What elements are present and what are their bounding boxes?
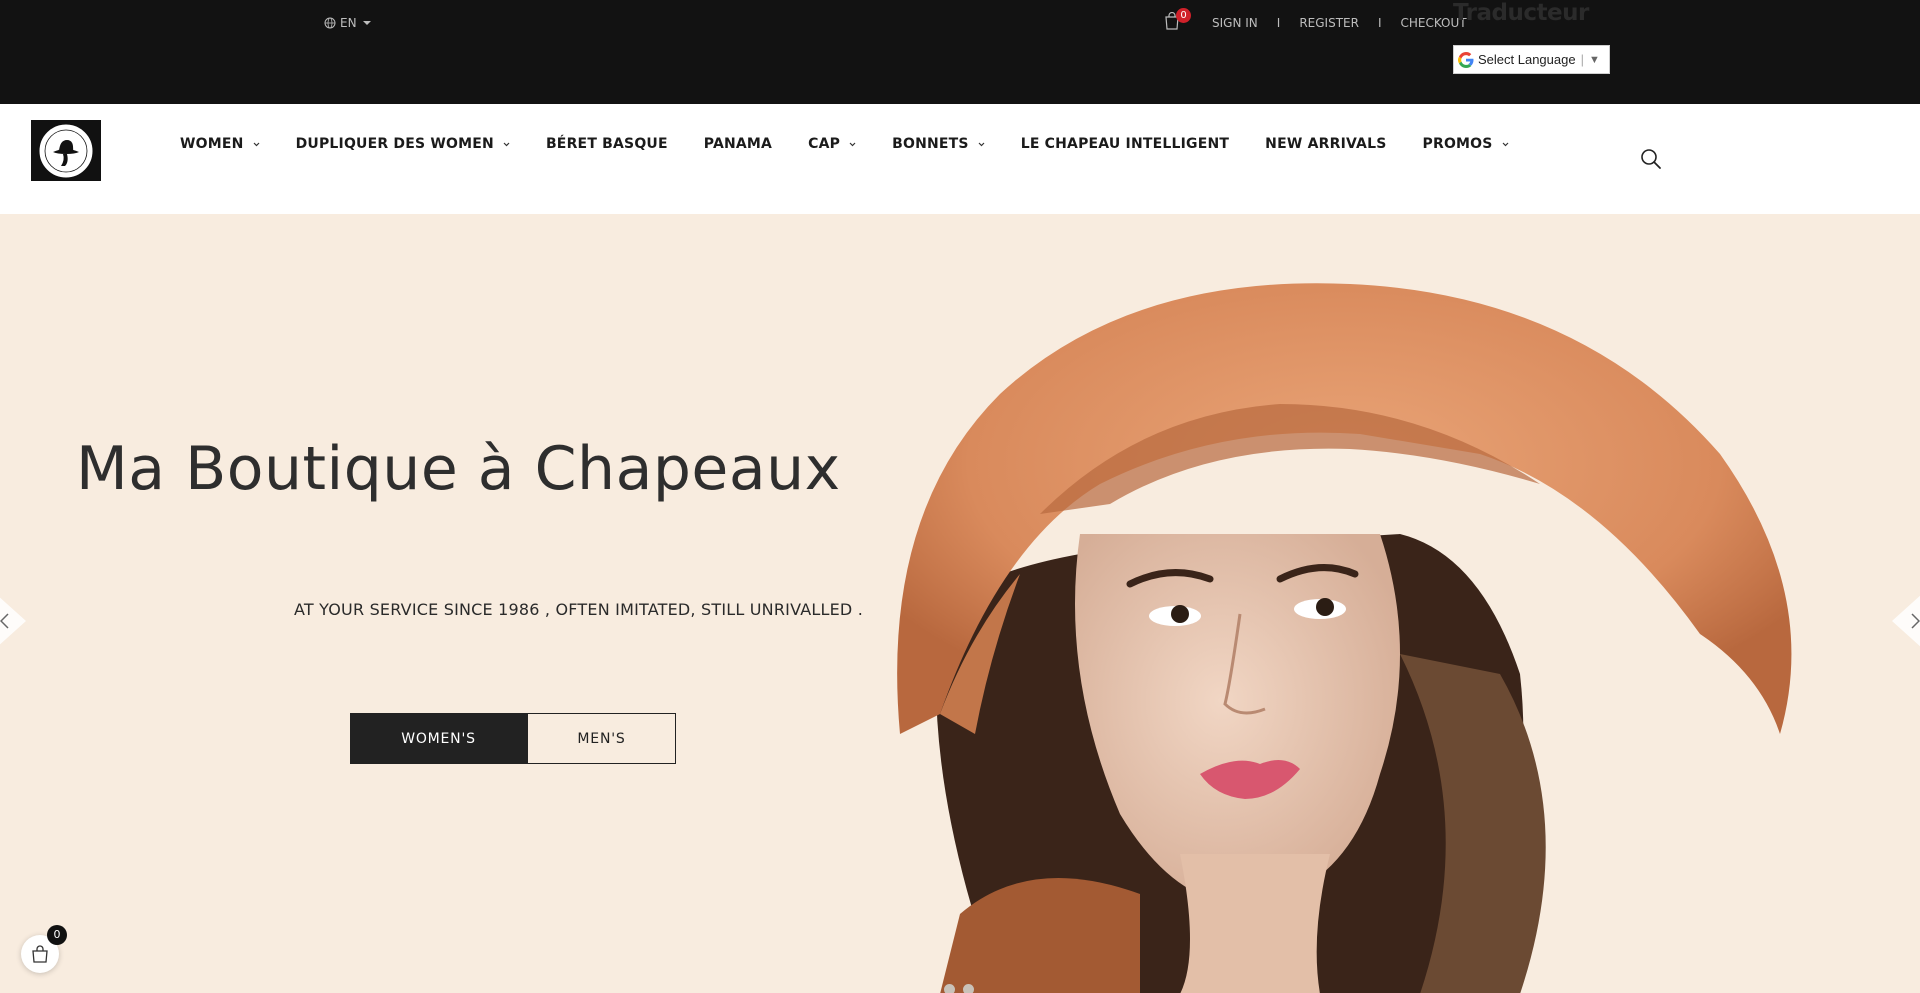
nav-item-label: CAP bbox=[808, 136, 841, 152]
nav-item-label: DUPLIQUER DES WOMEN bbox=[295, 136, 494, 152]
nav-item-le-chapeau-intelligent[interactable]: LE CHAPEAU INTELLIGENT bbox=[1021, 136, 1229, 152]
nav-item-label: BONNETS bbox=[892, 136, 969, 152]
main-navbar: WOMEN DUPLIQUER DES WOMEN BÉRET BASQUE P… bbox=[0, 104, 1920, 214]
nav-item-label: NEW ARRIVALS bbox=[1265, 136, 1387, 152]
cta-group: WOMEN'S MEN'S bbox=[350, 713, 676, 764]
mens-button[interactable]: MEN'S bbox=[527, 713, 676, 764]
slider-prev-button[interactable] bbox=[0, 576, 30, 666]
top-bar: EN 0 SIGN IN I REGISTER I CHECKOUT Tradu… bbox=[0, 0, 1920, 104]
chevron-left-icon bbox=[0, 597, 26, 645]
google-translate-select[interactable]: Select Language | ▼ bbox=[1453, 45, 1610, 74]
dropdown-arrow-icon: ▼ bbox=[1588, 53, 1600, 66]
nav-item-panama[interactable]: PANAMA bbox=[704, 136, 772, 152]
search-icon bbox=[1641, 149, 1661, 169]
select-separator: | bbox=[1580, 52, 1584, 67]
hero-slider: Ma Boutique à Chapeaux AT YOUR SERVICE S… bbox=[0, 214, 1920, 993]
slider-next-button[interactable] bbox=[1888, 576, 1920, 666]
nav-menu: WOMEN DUPLIQUER DES WOMEN BÉRET BASQUE P… bbox=[180, 136, 1509, 152]
shopping-bag-icon bbox=[32, 945, 48, 963]
translator-title: Traducteur bbox=[1453, 0, 1589, 26]
nav-item-beret-basque[interactable]: BÉRET BASQUE bbox=[546, 136, 668, 152]
nav-item-dupliquer-des-women[interactable]: DUPLIQUER DES WOMEN bbox=[296, 136, 510, 152]
slider-dot-1[interactable] bbox=[944, 984, 955, 993]
account-links: SIGN IN I REGISTER I CHECKOUT bbox=[1212, 16, 1467, 30]
nav-item-new-arrivals[interactable]: NEW ARRIVALS bbox=[1265, 136, 1386, 152]
separator: I bbox=[1377, 16, 1382, 30]
language-switcher[interactable]: EN bbox=[324, 16, 371, 30]
hero-tagline: AT YOUR SERVICE SINCE 1986 , OFTEN IMITA… bbox=[294, 600, 863, 619]
nav-item-bonnets[interactable]: BONNETS bbox=[892, 136, 985, 152]
chevron-right-icon bbox=[1892, 595, 1920, 647]
nav-item-label: WOMEN bbox=[180, 136, 244, 152]
nav-item-cap[interactable]: CAP bbox=[808, 136, 856, 152]
chevron-down-icon bbox=[1502, 142, 1508, 146]
search-button[interactable] bbox=[1640, 148, 1662, 170]
nav-item-label: PANAMA bbox=[703, 136, 773, 152]
nav-item-promos[interactable]: PROMOS bbox=[1423, 136, 1509, 152]
caret-down-icon bbox=[362, 21, 371, 25]
sign-in-link[interactable]: SIGN IN bbox=[1212, 16, 1258, 30]
cart-count-badge: 0 bbox=[1176, 8, 1191, 23]
header-cart-button[interactable]: 0 bbox=[1164, 8, 1191, 32]
slider-dots bbox=[944, 984, 974, 993]
register-link[interactable]: REGISTER bbox=[1299, 16, 1359, 30]
separator: I bbox=[1276, 16, 1281, 30]
globe-icon bbox=[324, 17, 336, 29]
chevron-down-icon bbox=[978, 142, 985, 146]
language-label: EN bbox=[340, 16, 357, 30]
site-logo[interactable] bbox=[31, 120, 101, 181]
hat-logo-icon bbox=[38, 123, 94, 178]
nav-item-women[interactable]: WOMEN bbox=[180, 136, 260, 152]
nav-item-label: LE CHAPEAU INTELLIGENT bbox=[1020, 136, 1230, 152]
womens-button[interactable]: WOMEN'S bbox=[350, 713, 527, 764]
nav-item-label: BÉRET BASQUE bbox=[545, 136, 668, 152]
select-language-label: Select Language bbox=[1478, 52, 1576, 67]
nav-item-label: PROMOS bbox=[1422, 136, 1493, 152]
chevron-down-icon bbox=[503, 142, 510, 146]
hero-title: Ma Boutique à Chapeaux bbox=[76, 434, 841, 504]
hero-woman-hat-image bbox=[897, 283, 1792, 993]
cart-count-badge: 0 bbox=[47, 925, 67, 945]
chevron-down-icon bbox=[849, 142, 856, 146]
floating-cart-button[interactable]: 0 bbox=[21, 925, 67, 973]
chevron-down-icon bbox=[253, 142, 259, 146]
slider-dot-2[interactable] bbox=[963, 984, 974, 993]
google-icon bbox=[1458, 51, 1474, 68]
